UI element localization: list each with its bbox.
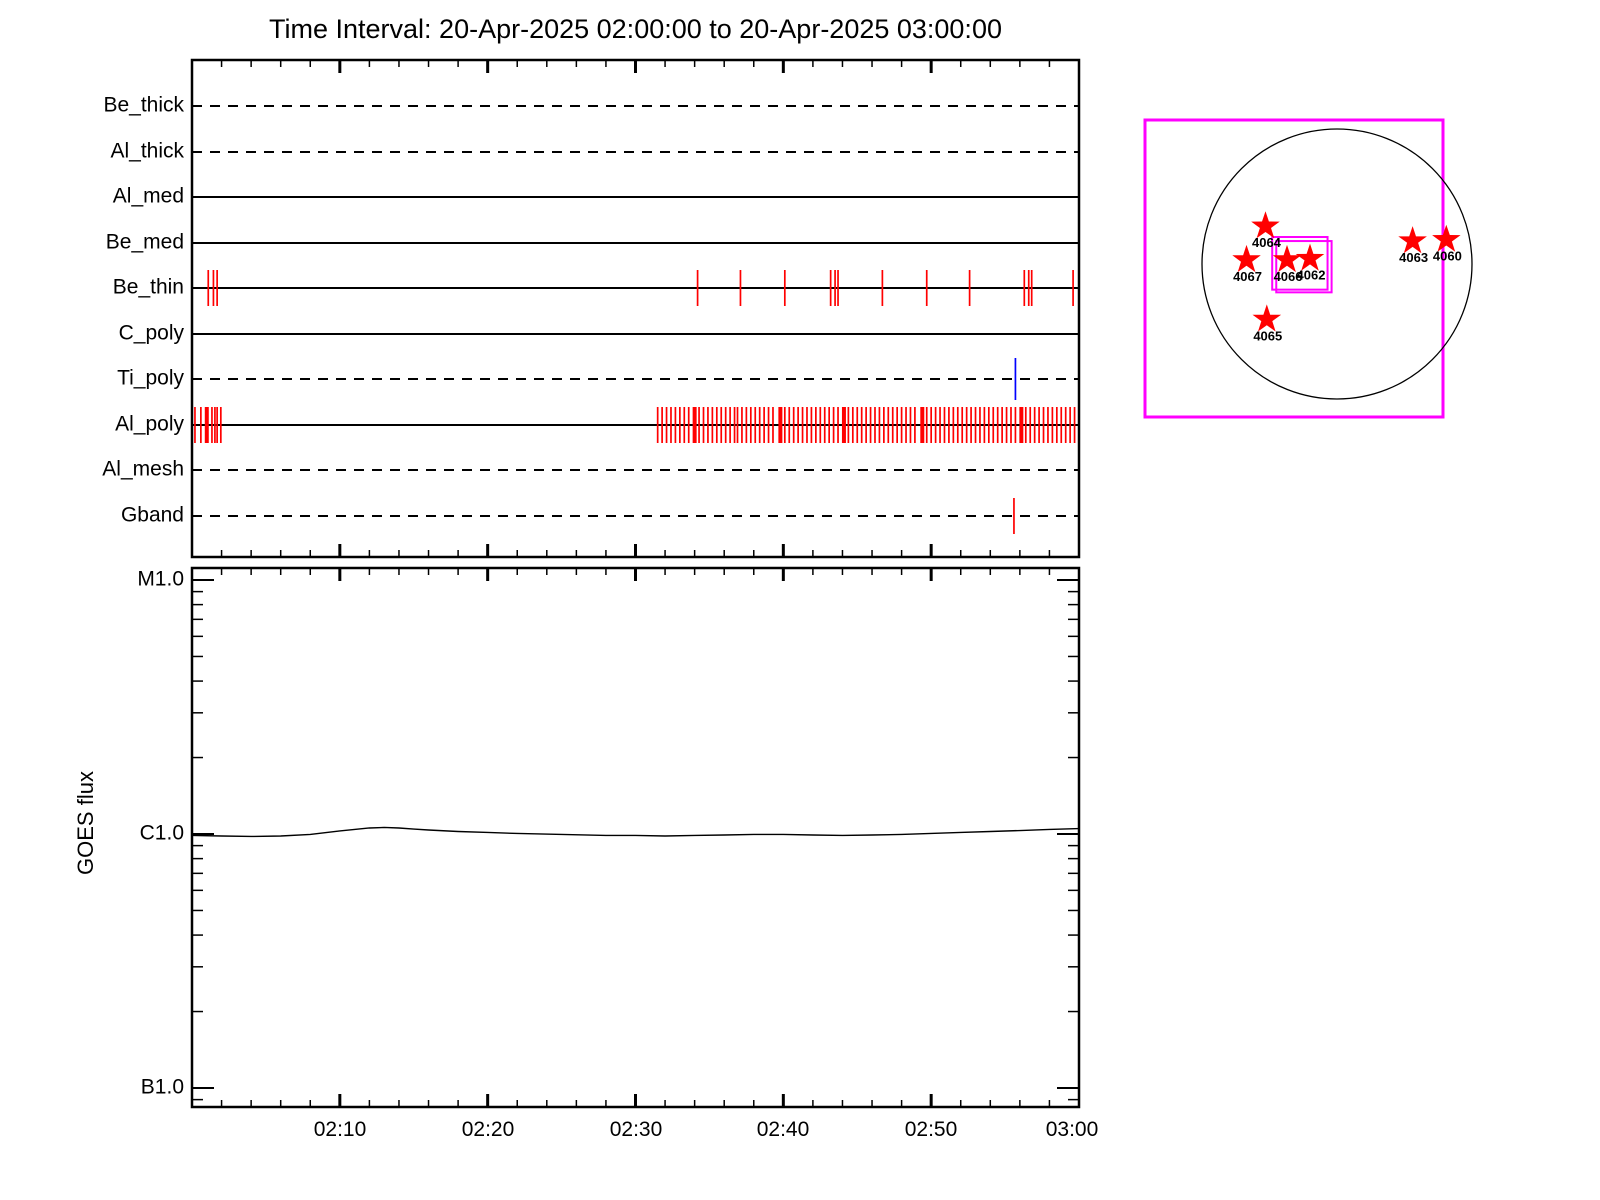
xtick-label-0230: 02:30 <box>609 1118 663 1141</box>
filter-timeline-panel <box>190 58 1081 559</box>
plot-title: Time Interval: 20-Apr-2025 02:00:00 to 2… <box>269 14 1002 44</box>
active-region-label: 4067 <box>1233 269 1262 284</box>
active-region-label: 4065 <box>1253 328 1282 343</box>
goes-flux-panel <box>190 566 1081 1109</box>
goes-ytick-b1: B1.0 <box>140 1075 184 1099</box>
xtick-label-0240: 02:40 <box>756 1118 810 1141</box>
active-region-label: 4064 <box>1252 235 1282 250</box>
xtick-label-0250: 02:50 <box>904 1118 958 1141</box>
chart-canvas: 40644067 4066406240654063 4060 <box>190 58 1473 1109</box>
active-region-label: 4060 <box>1433 249 1462 264</box>
filter-label-ti-poly: Ti_poly <box>117 366 184 390</box>
filter-label-al-poly: Al_poly <box>115 412 184 436</box>
xtick-label-0220: 02:20 <box>461 1118 515 1141</box>
filter-label-al-thick: Al_thick <box>110 139 184 163</box>
filter-label-be-med: Be_med <box>105 230 184 254</box>
filter-label-c-poly: C_poly <box>118 321 184 345</box>
filter-label-be-thin: Be_thin <box>112 275 184 299</box>
goes-ytick-m1: M1.0 <box>137 567 184 591</box>
xtick-label-0210: 02:10 <box>313 1118 367 1141</box>
filter-label-al-med: Al_med <box>112 184 184 208</box>
active-region-label: 4063 <box>1399 250 1428 265</box>
xtick-label-0300: 03:00 <box>1045 1118 1099 1141</box>
xrt-goes-observation-plot: 4064 4067 4066 4062 4065 4063 4060 Time Interv… <box>0 0 1600 1200</box>
goes-flux-curve <box>191 826 1080 838</box>
active-region-label: 4062 <box>1297 268 1326 283</box>
filter-label-be-thick: Be_thick <box>103 93 184 117</box>
filter-label-al-mesh: Al_mesh <box>102 457 184 481</box>
filter-label-gband: Gband <box>120 503 184 527</box>
goes-flux-axis-label: GOES flux <box>73 771 98 875</box>
